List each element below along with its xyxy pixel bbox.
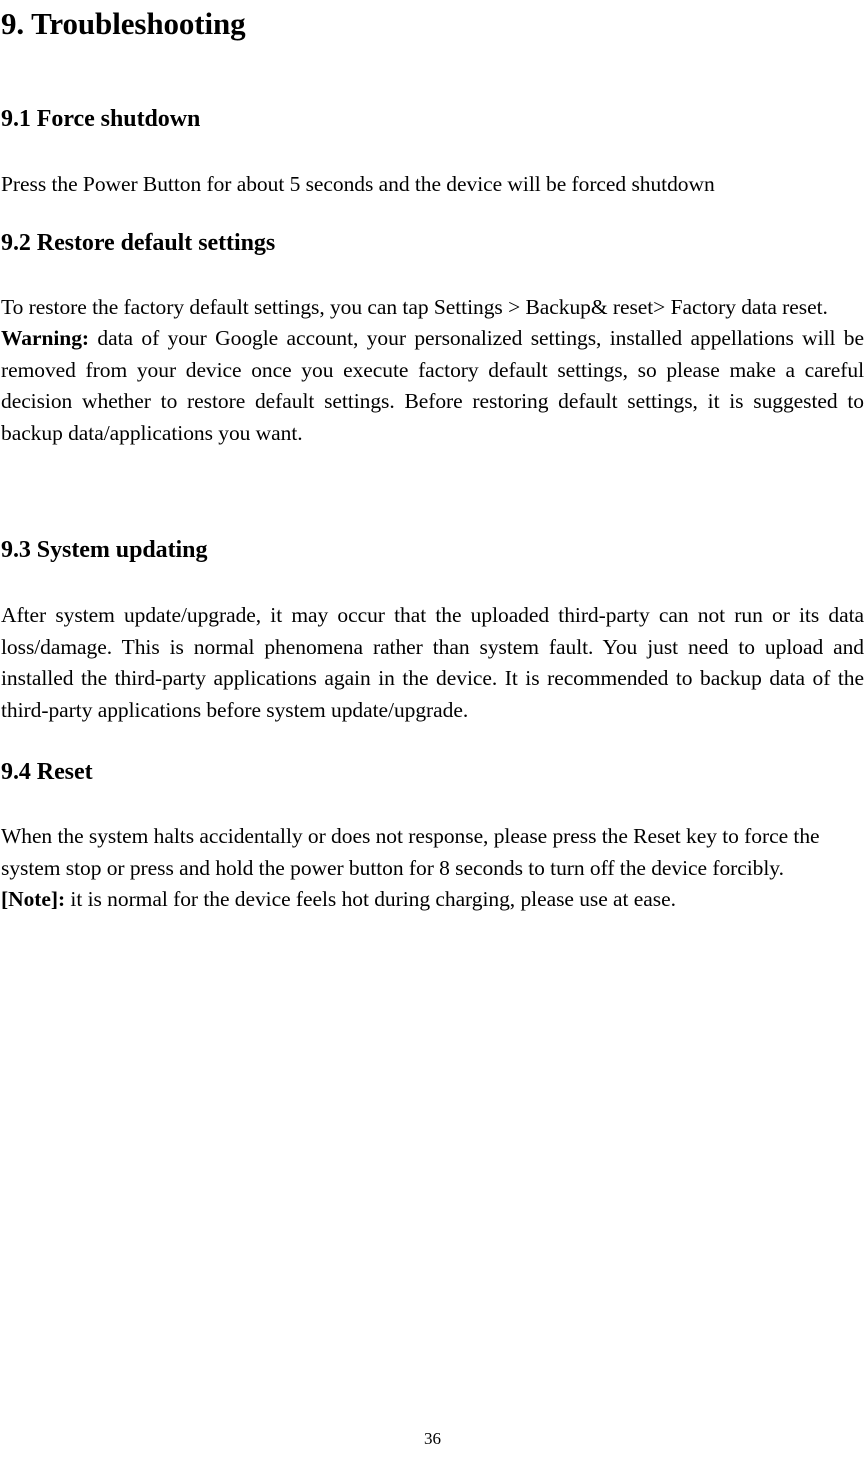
page-number: 36 — [424, 1429, 441, 1448]
paragraph-9-2-body: To restore the factory default settings,… — [1, 294, 828, 319]
paragraph-9-3-body: After system update/upgrade, it may occu… — [1, 603, 864, 722]
paragraph-9-4-note: [Note]: it is normal for the device feel… — [1, 884, 864, 916]
paragraph-9-2-warning: Warning: data of your Google account, yo… — [1, 323, 864, 449]
paragraph-9-1-body: Press the Power Button for about 5 secon… — [1, 172, 715, 196]
section-heading-9-1: 9.1 Force shutdown — [1, 106, 201, 132]
chapter-title: 9. Troubleshooting — [1, 6, 246, 41]
page-footer: 36 — [0, 1429, 865, 1449]
paragraph-9-4-body: When the system halts accidentally or do… — [1, 824, 820, 880]
warning-label: Warning: — [1, 326, 90, 350]
page-content: 9. Troubleshooting 9.1 Force shutdown Pr… — [1, 0, 864, 916]
note-label: [Note]: — [1, 887, 66, 911]
warning-text: data of your Google account, your person… — [1, 326, 864, 445]
section-heading-9-2: 9.2 Restore default settings — [1, 229, 276, 256]
section-heading-9-4: 9.4 Reset — [1, 759, 93, 785]
document-page: 9. Troubleshooting 9.1 Force shutdown Pr… — [0, 0, 865, 1469]
note-text: it is normal for the device feels hot du… — [65, 887, 676, 911]
section-heading-9-3: 9.3 System updating — [1, 537, 208, 563]
